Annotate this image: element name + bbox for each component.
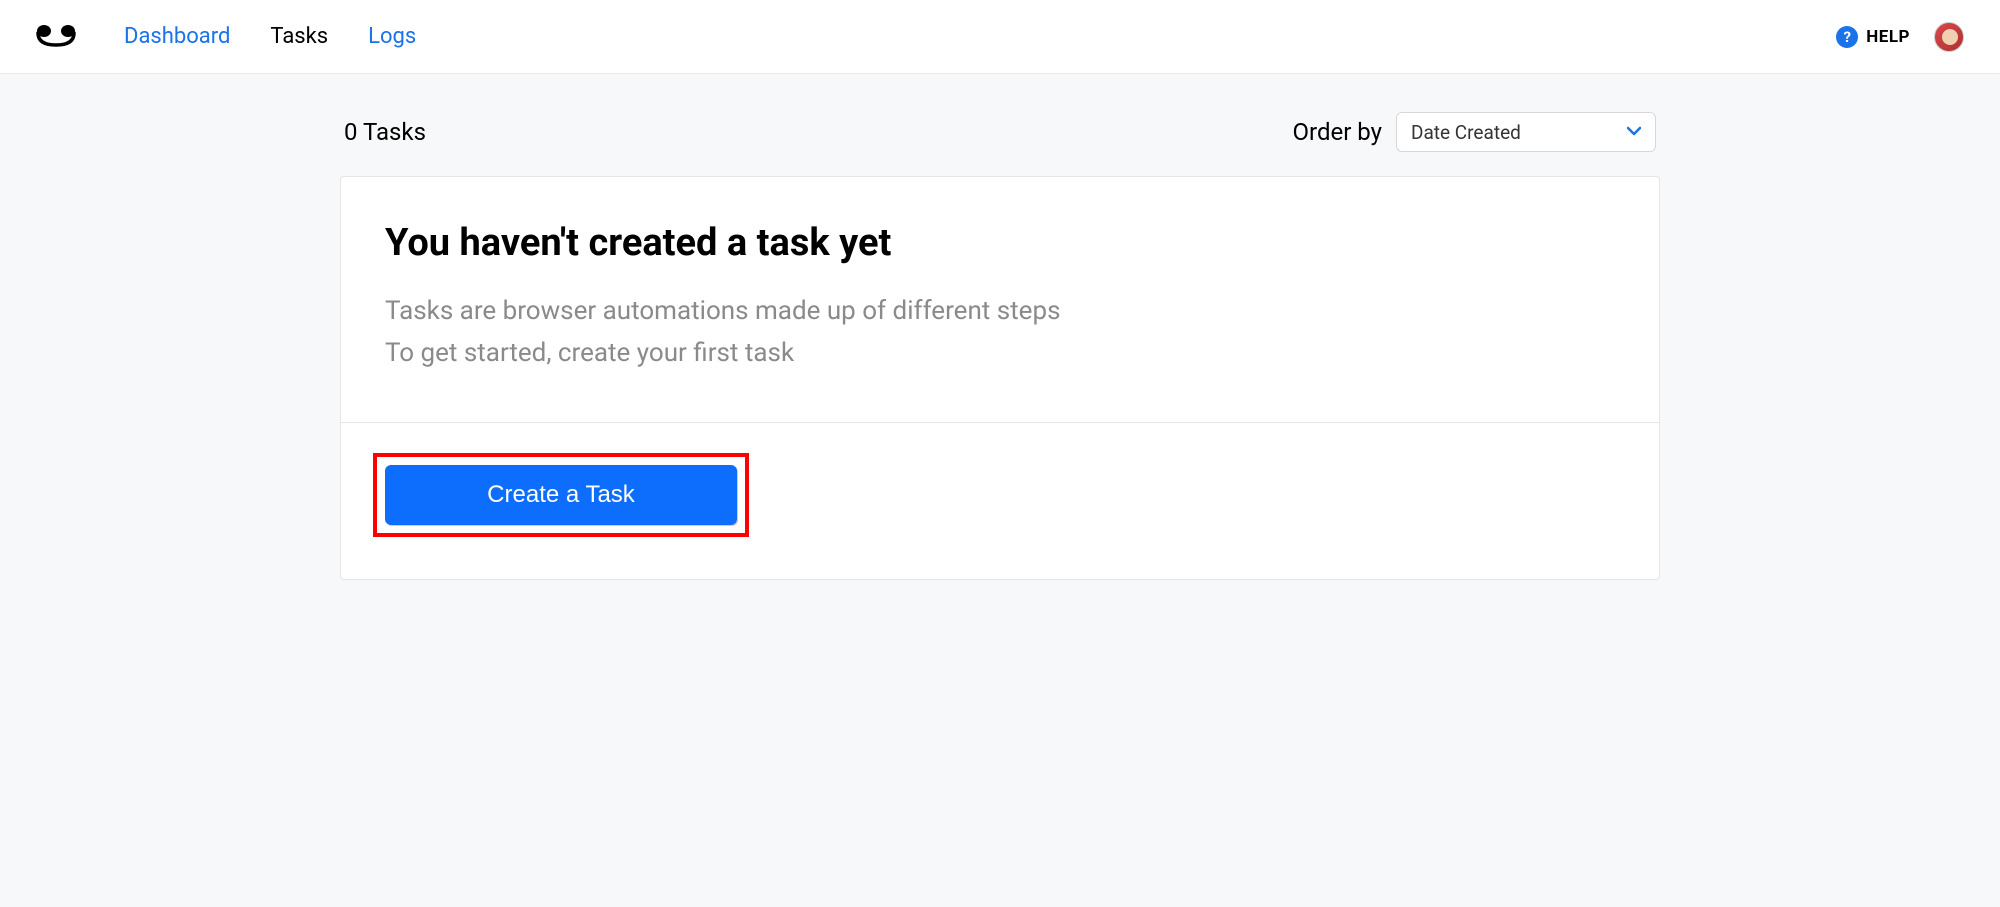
chevron-down-icon xyxy=(1627,124,1641,140)
logo[interactable] xyxy=(36,25,76,49)
content: 0 Tasks Order by Date Created You haven'… xyxy=(340,74,1660,580)
empty-state-card: You haven't created a task yet Tasks are… xyxy=(340,176,1660,580)
card-footer: Create a Task xyxy=(341,423,1659,579)
header: Dashboard Tasks Logs ? HELP xyxy=(0,0,2000,74)
toolbar: 0 Tasks Order by Date Created xyxy=(340,112,1660,152)
nav-dashboard[interactable]: Dashboard xyxy=(124,24,230,49)
main-nav: Dashboard Tasks Logs xyxy=(124,24,416,49)
card-body: You haven't created a task yet Tasks are… xyxy=(341,177,1659,423)
help-label: HELP xyxy=(1866,27,1910,47)
header-left: Dashboard Tasks Logs xyxy=(36,24,416,49)
order-by-select[interactable]: Date Created xyxy=(1396,112,1656,152)
nav-logs[interactable]: Logs xyxy=(368,24,416,49)
header-right: ? HELP xyxy=(1836,22,1964,52)
highlight-annotation: Create a Task xyxy=(373,453,749,537)
empty-state-line2: To get started, create your first task xyxy=(385,333,1615,375)
task-count: 0 Tasks xyxy=(344,118,426,146)
order-by-label: Order by xyxy=(1293,118,1382,146)
help-icon: ? xyxy=(1836,26,1858,48)
nav-tasks[interactable]: Tasks xyxy=(270,24,328,49)
empty-state-line1: Tasks are browser automations made up of… xyxy=(385,291,1615,333)
avatar[interactable] xyxy=(1934,22,1964,52)
dog-nose-icon xyxy=(36,25,76,49)
empty-state-title: You haven't created a task yet xyxy=(385,221,1615,265)
order-by-value: Date Created xyxy=(1411,121,1521,144)
create-task-button[interactable]: Create a Task xyxy=(385,465,737,525)
help-link[interactable]: ? HELP xyxy=(1836,26,1910,48)
order-by: Order by Date Created xyxy=(1293,112,1656,152)
